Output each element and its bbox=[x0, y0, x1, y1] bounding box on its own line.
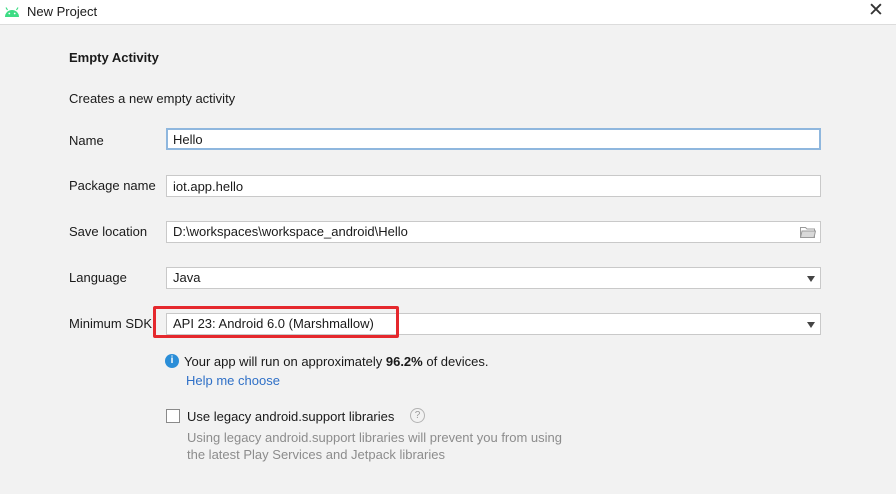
help-icon[interactable]: ? bbox=[410, 408, 425, 423]
package-name-label: Package name bbox=[69, 178, 156, 193]
legacy-support-checkbox[interactable] bbox=[166, 409, 180, 423]
language-label: Language bbox=[69, 270, 127, 285]
name-label: Name bbox=[69, 133, 104, 148]
info-icon: i bbox=[165, 354, 179, 368]
coverage-percentage: 96.2% bbox=[385, 354, 423, 369]
device-coverage-text: Your app will run on approximately 96.2%… bbox=[184, 354, 489, 369]
coverage-text-after: of devices. bbox=[422, 354, 489, 369]
language-dropdown[interactable]: Java bbox=[166, 267, 821, 289]
legacy-hint-line-1: Using legacy android.support libraries w… bbox=[187, 430, 563, 445]
title-bar: New Project ✕ bbox=[0, 0, 896, 25]
legacy-hint-line-2: the latest Play Services and Jetpack lib… bbox=[187, 447, 445, 462]
android-icon bbox=[5, 7, 19, 17]
language-value: Java bbox=[173, 270, 201, 285]
name-input[interactable] bbox=[166, 128, 821, 150]
window-title: New Project bbox=[27, 4, 98, 19]
template-description: Creates a new empty activity bbox=[69, 91, 236, 106]
save-location-label: Save location bbox=[69, 224, 148, 239]
save-location-input[interactable]: D:\workspaces\workspace_android\Hello bbox=[166, 221, 821, 243]
legacy-support-label[interactable]: Use legacy android.support libraries bbox=[187, 409, 394, 424]
dropdown-arrow-icon bbox=[807, 322, 815, 328]
help-me-choose-link[interactable]: Help me choose bbox=[186, 373, 280, 388]
save-location-value: D:\workspaces\workspace_android\Hello bbox=[173, 224, 408, 239]
close-icon[interactable]: ✕ bbox=[866, 1, 886, 21]
package-name-input[interactable] bbox=[166, 175, 821, 197]
template-title: Empty Activity bbox=[69, 50, 159, 65]
red-highlight-box bbox=[153, 306, 399, 338]
folder-icon[interactable] bbox=[800, 226, 816, 238]
minimum-sdk-label: Minimum SDK bbox=[69, 316, 153, 331]
coverage-text-before: Your app will run on approximately bbox=[184, 354, 386, 369]
dropdown-arrow-icon bbox=[807, 276, 815, 282]
